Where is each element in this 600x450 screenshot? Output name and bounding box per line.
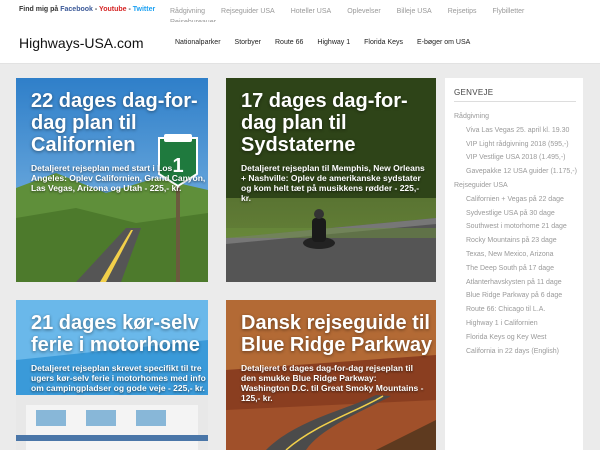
youtube-link[interactable]: Youtube: [99, 6, 126, 13]
shortcut-list: Rådgivning Viva Las Vegas 25. april kl. …: [454, 111, 580, 359]
twitter-link[interactable]: Twitter: [133, 6, 155, 13]
separator: -: [128, 6, 131, 13]
card-description: Detaljeret rejseplan til Memphis, New Or…: [241, 163, 425, 203]
sidebar-divider: [454, 101, 576, 102]
top-link-oplevelser[interactable]: Oplevelser: [347, 6, 380, 17]
nav-route-66[interactable]: Route 66: [275, 39, 303, 46]
nav-storbyer[interactable]: Storbyer: [235, 39, 261, 46]
sidebar-item[interactable]: Highway 1 i Californien: [466, 318, 580, 330]
top-link-raadgivning[interactable]: Rådgivning: [170, 6, 205, 17]
sidebar-item[interactable]: VIP Light rådgivning 2018 (595,-): [466, 139, 580, 151]
nav-nationalparker[interactable]: Nationalparker: [175, 39, 221, 46]
card-blue-ridge[interactable]: Dansk rejseguide til Blue Ridge Parkway …: [226, 300, 436, 450]
sidebar-shortcuts: GENVEJE Rådgivning Viva Las Vegas 25. ap…: [445, 78, 583, 450]
sidebar-title: GENVEJE: [454, 88, 494, 97]
top-link-rejsetips[interactable]: Rejsetips: [448, 6, 477, 17]
sidebar-item[interactable]: Gavepakke 12 USA guider (1.175,-): [466, 166, 580, 178]
sidebar-item[interactable]: The Deep South på 17 dage: [466, 263, 580, 275]
sidebar-item[interactable]: Florida Keys og Key West: [466, 332, 580, 344]
sidebar-item[interactable]: Viva Las Vegas 25. april kl. 19.30: [466, 125, 580, 137]
site-header: Highways-USA.com Nationalparker Storbyer R…: [0, 22, 600, 64]
facebook-link[interactable]: Facebook: [60, 6, 93, 13]
sidebar-category[interactable]: Rejseguider USA: [454, 180, 580, 192]
top-link-hoteller[interactable]: Hoteller USA: [291, 6, 331, 17]
card-californien[interactable]: 1 22 dages dag-for-dag plan til Californ…: [16, 78, 208, 282]
sidebar-item[interactable]: Texas, New Mexico, Arizona: [466, 249, 580, 261]
top-link-flybilletter[interactable]: Flybilletter: [492, 6, 524, 17]
top-link-billeje[interactable]: Billeje USA: [397, 6, 432, 17]
card-motorhome[interactable]: 21 dages kør-selv ferie i motorhome Deta…: [16, 300, 208, 450]
card-sydstaterne[interactable]: 17 dages dag-for-dag plan til Sydstatern…: [226, 78, 436, 282]
top-bar: Find mig på Facebook - Youtube - Twitter…: [0, 0, 600, 26]
card-title[interactable]: 17 dages dag-for-dag plan til Sydstatern…: [241, 90, 431, 156]
site-logo[interactable]: Highways-USA.com: [19, 35, 143, 51]
sidebar-item[interactable]: Sydvestlige USA på 30 dage: [466, 208, 580, 220]
card-description: Detaljeret 6 dages dag-for-dag rejseplan…: [241, 363, 424, 403]
card-title[interactable]: Dansk rejseguide til Blue Ridge Parkway: [241, 312, 436, 356]
nav-e-boger[interactable]: E-bøger om USA: [417, 39, 470, 46]
sidebar-item[interactable]: Route 66: Chicago til L.A.: [466, 304, 580, 316]
card-title[interactable]: 22 dages dag-for-dag plan til Californie…: [31, 90, 207, 156]
card-description: Detaljeret rejseplan med start i Los Ang…: [31, 163, 206, 193]
card-description: Detaljeret rejseplan skrevet specifikt t…: [31, 363, 206, 393]
sidebar-item[interactable]: Blue Ridge Parkway på 6 dage: [466, 290, 580, 302]
nav-highway-1[interactable]: Highway 1: [317, 39, 350, 46]
separator: -: [94, 6, 98, 13]
find-me-label: Find mig på: [19, 6, 59, 13]
top-link-rejseguider[interactable]: Rejseguider USA: [221, 6, 275, 17]
sidebar-item[interactable]: Rocky Mountains på 23 dage: [466, 235, 580, 247]
sidebar-item[interactable]: VIP Vestlige USA 2018 (1.495,-): [466, 152, 580, 164]
sidebar-category[interactable]: Rådgivning: [454, 111, 580, 123]
social-links: Find mig på Facebook - Youtube - Twitter: [19, 6, 155, 13]
card-title[interactable]: 21 dages kør-selv ferie i motorhome: [31, 312, 208, 356]
sidebar-item[interactable]: California in 22 days (English): [466, 346, 580, 358]
sidebar-item[interactable]: Atlanterhavskysten på 11 dage: [466, 277, 580, 289]
sidebar-item[interactable]: Californien + Vegas på 22 dage: [466, 194, 580, 206]
nav-florida-keys[interactable]: Florida Keys: [364, 39, 403, 46]
sidebar-item[interactable]: Southwest i motorhome 21 dage: [466, 221, 580, 233]
main-nav: Nationalparker Storbyer Route 66 Highway 1 F…: [175, 39, 484, 46]
